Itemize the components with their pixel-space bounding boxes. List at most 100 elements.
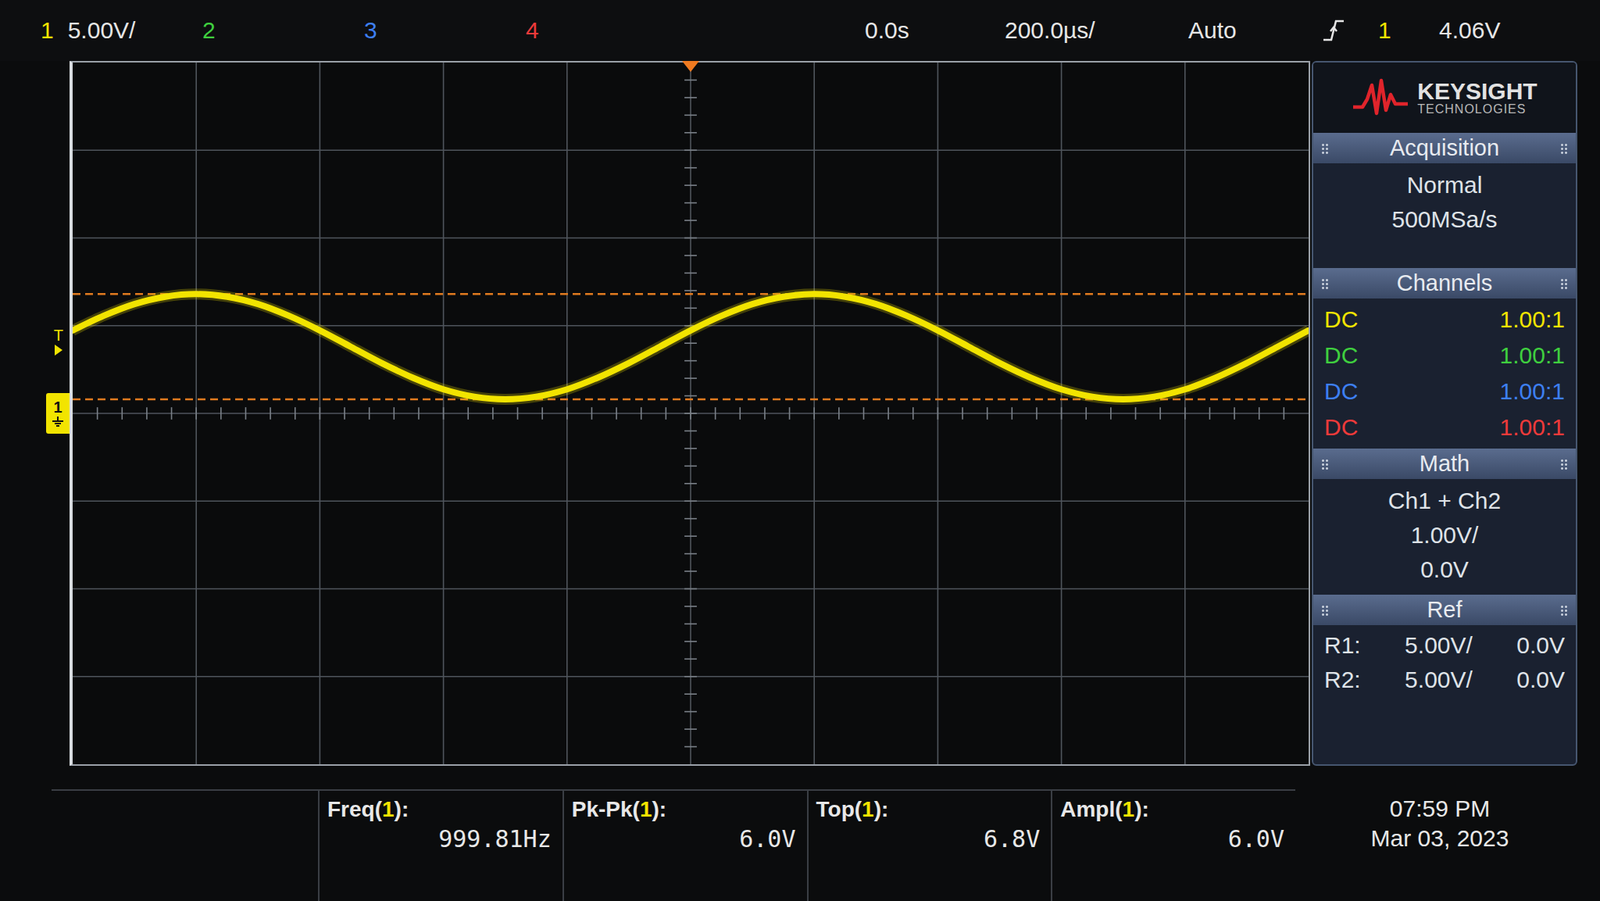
math-offset: 0.0V [1420,555,1469,584]
channel-probe-ratio: 1.00:1 [1500,342,1565,369]
clock: 07:59 PMMar 03, 2023 [1295,789,1600,901]
measurement[interactable]: Freq(1):999.81Hz [317,790,563,901]
math-header[interactable]: Math [1313,448,1576,479]
trigger-edge[interactable] [1321,17,1379,43]
trigger-mode[interactable]: Auto [1188,17,1322,44]
axis-tick [863,407,865,420]
axis-tick [294,407,297,420]
axis-tick [1233,407,1236,420]
axis-tick [684,289,697,292]
axis-tick [269,407,272,420]
channel-probe-ratio: 1.00:1 [1500,378,1565,405]
channel-indicator[interactable]: 4 [525,17,688,44]
channel-coupling: DC [1324,306,1358,333]
trigger-level-marker[interactable]: T [53,327,64,356]
axis-tick [566,407,568,420]
waveform-display[interactable] [69,60,1311,766]
grip-icon [1321,142,1329,154]
axis-tick [684,692,697,695]
axis-tick [684,588,697,590]
ref-row[interactable]: R1:5.00V/0.0V [1324,631,1565,660]
axis-tick [684,412,697,415]
clock-time: 07:59 PM [1389,793,1490,824]
axis-tick [1184,407,1186,420]
oscilloscope-screen: 15.00V/2340.0s200.0µs/Auto14.06VT1KEYSIG… [0,0,1600,901]
grid-line [72,149,1309,151]
axis-tick [764,407,766,420]
axis-tick [684,360,697,362]
channel-coupling: DC [1324,414,1358,441]
ref-offset: 0.0V [1516,631,1565,660]
channel-number: 4 [525,17,540,44]
axis-tick [640,407,643,420]
channel-indicator[interactable]: 15.00V/ [40,17,203,44]
arrow-icon [54,344,63,356]
waveform-chart [72,62,1309,765]
channel-probe-ratio: 1.00:1 [1500,306,1565,333]
grid-line [72,412,1309,415]
axis-tick [912,407,915,420]
axis-tick [220,407,222,420]
axis-tick [684,605,697,608]
side-panel: KEYSIGHTTECHNOLOGIESAcquisitionNormal500… [1311,60,1578,766]
ref-row[interactable]: R2:5.00V/0.0V [1324,665,1565,694]
axis-tick [1060,407,1063,420]
trigger-source[interactable]: 1 [1378,17,1440,44]
axis-tick [1209,407,1211,420]
time-scale[interactable]: 200.0µs/ [1004,17,1189,44]
trigger-level[interactable]: 4.06V [1439,17,1600,44]
axis-tick [684,640,697,643]
math-scale: 1.00V/ [1410,521,1479,550]
axis-tick [171,407,173,420]
axis-tick [961,407,964,420]
axis-tick [195,407,197,420]
channels-header[interactable]: Channels [1313,267,1576,299]
axis-tick [492,407,494,420]
axis-tick [684,114,697,117]
time-position[interactable]: 0.0s [864,17,1005,44]
axis-tick [1035,407,1038,420]
grid-line [442,62,445,765]
measurement[interactable]: Ampl(1):6.0V [1050,790,1296,901]
axis-tick [684,395,697,397]
axis-tick [684,517,697,520]
channel-indicator[interactable]: 3 [364,17,526,44]
channel-row[interactable]: DC1.00:1 [1324,373,1565,410]
trigger-marker-label: T [53,327,64,343]
ground-icon [51,416,65,428]
ref-label: R2: [1324,665,1361,694]
acquisition-header[interactable]: Acquisition [1313,132,1576,164]
ref-scale: 5.00V/ [1404,631,1473,660]
grid-line [319,62,322,765]
grid-line [72,675,1309,678]
measurement[interactable]: Top(1):6.8V [807,790,1052,901]
channel-row[interactable]: DC1.00:1 [1324,409,1565,446]
axis-tick [393,407,396,420]
grid-line [1060,62,1063,765]
ground-marker[interactable]: 1 [46,392,70,434]
axis-tick [541,407,543,420]
grip-icon [1560,278,1568,290]
measurement-label: Pk-Pk(1): [571,796,797,822]
ref-list: R1:5.00V/0.0VR2:5.00V/0.0V [1313,625,1576,765]
channel-row[interactable]: DC1.00:1 [1324,337,1565,374]
axis-tick [684,553,697,555]
channel-indicator[interactable]: 2 [202,17,365,44]
grip-icon [1560,142,1568,154]
trigger-position-icon[interactable] [682,60,700,72]
axis-tick [245,407,247,420]
measurement[interactable]: Pk-Pk(1):6.0V [562,790,808,901]
clock-date: Mar 03, 2023 [1371,823,1510,854]
waveform-trace [72,293,1309,400]
axis-tick [684,237,697,240]
axis-tick [684,167,697,169]
axis-tick [1283,407,1286,420]
ref-header[interactable]: Ref [1313,594,1576,625]
axis-tick [684,482,697,485]
axis-tick [684,623,697,625]
status-bar: 15.00V/234 0.0s200.0µs/Auto 14.06V [0,0,1600,61]
measurement-bar: Freq(1):999.81HzPk-Pk(1):6.0VTop(1):6.8V… [0,765,1600,901]
axis-tick [789,407,791,420]
axis-tick [684,746,697,748]
channel-row[interactable]: DC 1.00:1 [1324,301,1565,338]
